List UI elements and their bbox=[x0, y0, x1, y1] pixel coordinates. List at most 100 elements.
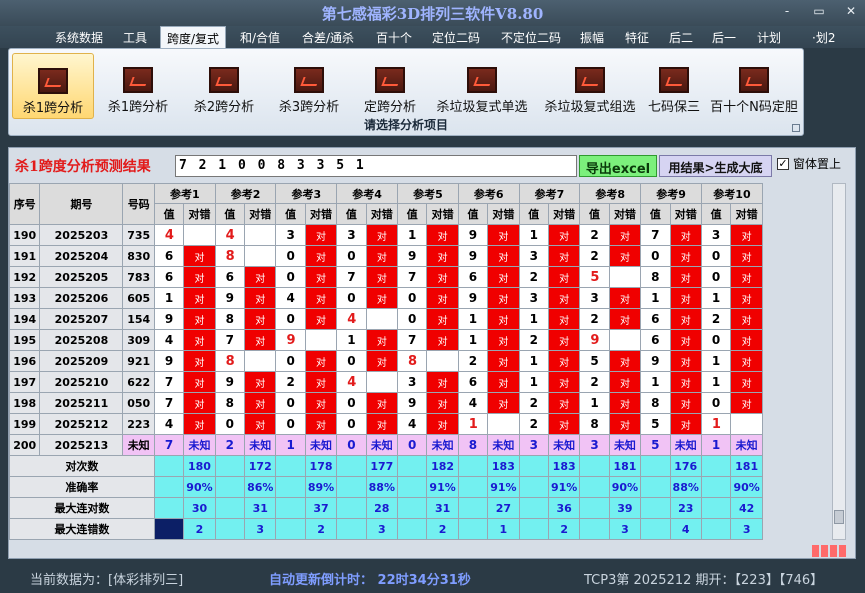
stats-spacer bbox=[518, 455, 549, 477]
subheader-value: 值 bbox=[579, 203, 610, 225]
ribbon-button-fixed-span[interactable]: 定跨分析 bbox=[353, 53, 427, 119]
table-row[interactable]: 193 2025206 605 1 对 9 对 4 对 0 对 0 对 9 对 3 对 3 对 1 对 1 对 bbox=[8, 287, 763, 309]
value-cell: 5 bbox=[579, 350, 610, 372]
table-row[interactable]: 197 2025210 622 7 对 9 对 2 对 4 3 对 6 对 1 对 2 对 1 对 1 对 bbox=[8, 371, 763, 393]
issue-cell: 2025206 bbox=[39, 287, 124, 309]
result-cell-correct: 对 bbox=[547, 224, 581, 246]
checkbox-checked-icon[interactable]: ✓ bbox=[777, 157, 789, 170]
menu-item-tools[interactable]: 工具 bbox=[123, 29, 147, 46]
result-cell-unknown: 未知 bbox=[608, 434, 642, 456]
ribbon-button-junk-single[interactable]: 杀垃圾复式单选 bbox=[429, 53, 535, 119]
menu-item-fixed-two[interactable]: 定位二码 bbox=[432, 29, 480, 46]
menu-item-amplitude[interactable]: 振幅 bbox=[580, 29, 604, 46]
subheader-value: 值 bbox=[153, 203, 185, 225]
subheader-result: 对错 bbox=[365, 203, 399, 225]
table-row[interactable]: 192 2025205 783 6 对 6 对 0 对 7 对 7 对 6 对 2 对 5 8 对 0 对 bbox=[8, 266, 763, 288]
value-cell: 6 bbox=[153, 245, 185, 267]
stats-spacer bbox=[275, 497, 306, 519]
vertical-scrollbar[interactable] bbox=[832, 183, 846, 540]
result-cell-correct: 对 bbox=[669, 287, 702, 309]
pin-on-top-toggle[interactable]: ✓ 窗体置上 bbox=[777, 155, 841, 172]
pending-row[interactable]: 200 2025213 未知 7 未知 2 未知 1 未知 0 未知 0 未知 8 未知 3 未知 3 未知 5 未知 1… bbox=[8, 434, 763, 456]
result-cell-correct: 对 bbox=[487, 266, 520, 288]
table-row[interactable]: 191 2025204 830 6 对 8 0 对 0 对 9 对 9 对 3 对 2 对 0 对 0 对 bbox=[8, 245, 763, 267]
stats-spacer bbox=[275, 518, 306, 540]
table-row[interactable]: 195 2025208 309 4 对 7 对 9 1 对 7 对 1 对 2 对 9 6 对 0 对 bbox=[8, 329, 763, 351]
menu-item-plan[interactable]: 计划 bbox=[757, 29, 781, 46]
menu-item-positions[interactable]: 百十个 bbox=[376, 29, 412, 46]
ribbon-button-kill2-span[interactable]: 杀2跨分析 bbox=[183, 53, 265, 119]
title-bar[interactable]: 第七感福彩3D排列三软件V8.80 - ▭ ✕ bbox=[0, 0, 865, 26]
generate-base-button[interactable]: 用结果>生成大底 bbox=[659, 155, 772, 177]
value-cell: 8 bbox=[214, 308, 246, 330]
result-cell-correct: 对 bbox=[608, 413, 642, 435]
chart-icon bbox=[739, 67, 769, 93]
value-cell: 0 bbox=[214, 413, 246, 435]
stats-spacer bbox=[275, 476, 306, 498]
result-cell-unknown: 未知 bbox=[487, 434, 520, 456]
menu-item-span-compound[interactable]: 跨度/复式 bbox=[160, 26, 227, 48]
status-indicator bbox=[812, 545, 846, 557]
issue-cell: 2025204 bbox=[39, 245, 124, 267]
value-cell: 9 bbox=[214, 371, 246, 393]
menu-item-feature[interactable]: 特征 bbox=[625, 29, 649, 46]
table-header-row: 序号 期号 号码 参考1 参考2 参考3 参考4 参考5 参考6 参考7 参考8 参考9 参考10 bbox=[8, 183, 764, 225]
ribbon-button-label: 杀3跨分析 bbox=[278, 100, 340, 115]
stats-value: 180 bbox=[183, 455, 216, 477]
ribbon-button-n-code[interactable]: 百十个N码定胆 bbox=[706, 53, 802, 119]
result-cell-correct: 对 bbox=[730, 392, 763, 414]
menu-item-last-two[interactable]: 后二 bbox=[669, 29, 693, 46]
stats-row: 准确率 90% 86% 89% 88% 91% 91% 91% 90% 88% 90% bbox=[9, 476, 763, 498]
value-cell: 7 bbox=[640, 224, 671, 246]
menu-item-last-one[interactable]: 后一 bbox=[712, 29, 736, 46]
ribbon-button-kill3-span[interactable]: 杀3跨分析 bbox=[268, 53, 350, 119]
menu-item-sum[interactable]: 和/合值 bbox=[240, 29, 280, 46]
table-row[interactable]: 199 2025212 223 4 对 0 对 0 对 0 对 4 对 1 2 对 8 对 5 对 1 bbox=[8, 413, 763, 435]
stats-label: 最大连错数 bbox=[9, 518, 155, 540]
stats-spacer bbox=[457, 518, 489, 540]
export-excel-button[interactable]: 导出excel bbox=[579, 155, 657, 177]
column-header-ref: 参考8 bbox=[579, 183, 642, 204]
code-cell: 921 bbox=[122, 350, 155, 372]
value-cell: 2 bbox=[579, 371, 610, 393]
stats-spacer bbox=[579, 497, 610, 519]
table-row[interactable]: 198 2025211 050 7 对 8 对 0 对 0 对 9 对 4 对 2 对 1 对 8 对 0 对 bbox=[8, 392, 763, 414]
ribbon-button-kill1-span-a[interactable]: 杀1跨分析 bbox=[12, 53, 94, 119]
restore-button[interactable]: ▭ bbox=[811, 4, 827, 18]
result-cell-correct: 对 bbox=[669, 308, 702, 330]
ribbon-button-junk-group[interactable]: 杀垃圾复式组选 bbox=[537, 53, 643, 119]
ribbon-button-kill1-span-b[interactable]: 杀1跨分析 bbox=[97, 53, 179, 119]
expand-icon[interactable] bbox=[792, 124, 800, 132]
value-cell: 0 bbox=[275, 308, 306, 330]
result-cell-unknown: 未知 bbox=[365, 434, 399, 456]
close-button[interactable]: ✕ bbox=[843, 4, 859, 18]
scrollbar-thumb[interactable] bbox=[834, 510, 844, 524]
value-cell: 1 bbox=[153, 287, 185, 309]
minimize-button[interactable]: - bbox=[779, 4, 795, 18]
stats-value: 3 bbox=[730, 518, 763, 540]
ribbon-button-seven-keep-three[interactable]: 七码保三 bbox=[644, 53, 704, 119]
value-cell: 0 bbox=[275, 413, 306, 435]
stats-value: 2 bbox=[426, 518, 459, 540]
seq-cell: 195 bbox=[8, 329, 41, 351]
menu-item-unfixed-two[interactable]: 不定位二码 bbox=[501, 29, 561, 46]
menu-item-diff-kill[interactable]: 合差/通杀 bbox=[302, 29, 354, 46]
result-cell-wrong bbox=[365, 308, 399, 330]
table-row[interactable]: 196 2025209 921 9 对 8 0 对 0 对 8 2 对 1 对 5 对 9 对 1 对 bbox=[8, 350, 763, 372]
table-row[interactable]: 194 2025207 154 9 对 8 对 0 对 4 0 对 1 对 1 对 2 对 6 对 2 对 bbox=[8, 308, 763, 330]
menu-item-system-data[interactable]: 系统数据 bbox=[55, 29, 103, 46]
result-field[interactable]: 7 2 1 0 0 8 3 3 5 1 bbox=[175, 155, 577, 177]
column-header-ref: 参考5 bbox=[397, 183, 459, 204]
seq-cell: 199 bbox=[8, 413, 41, 435]
menu-item-plan-2[interactable]: ·划2 bbox=[812, 29, 835, 46]
value-cell: 7 bbox=[153, 434, 185, 456]
result-cell-correct: 对 bbox=[608, 287, 642, 309]
result-cell-correct: 对 bbox=[183, 371, 216, 393]
result-cell-correct: 对 bbox=[365, 413, 399, 435]
column-header-ref: 参考9 bbox=[640, 183, 702, 204]
stats-value: 91% bbox=[426, 476, 459, 498]
result-label: 杀1跨度分析预测结果 bbox=[15, 159, 151, 175]
value-cell: 0 bbox=[640, 245, 671, 267]
result-cell-correct: 对 bbox=[730, 287, 763, 309]
table-row[interactable]: 190 2025203 735 4 4 3 对 3 对 1 对 9 对 1 对 2 对 7 对 3 对 bbox=[8, 224, 763, 246]
